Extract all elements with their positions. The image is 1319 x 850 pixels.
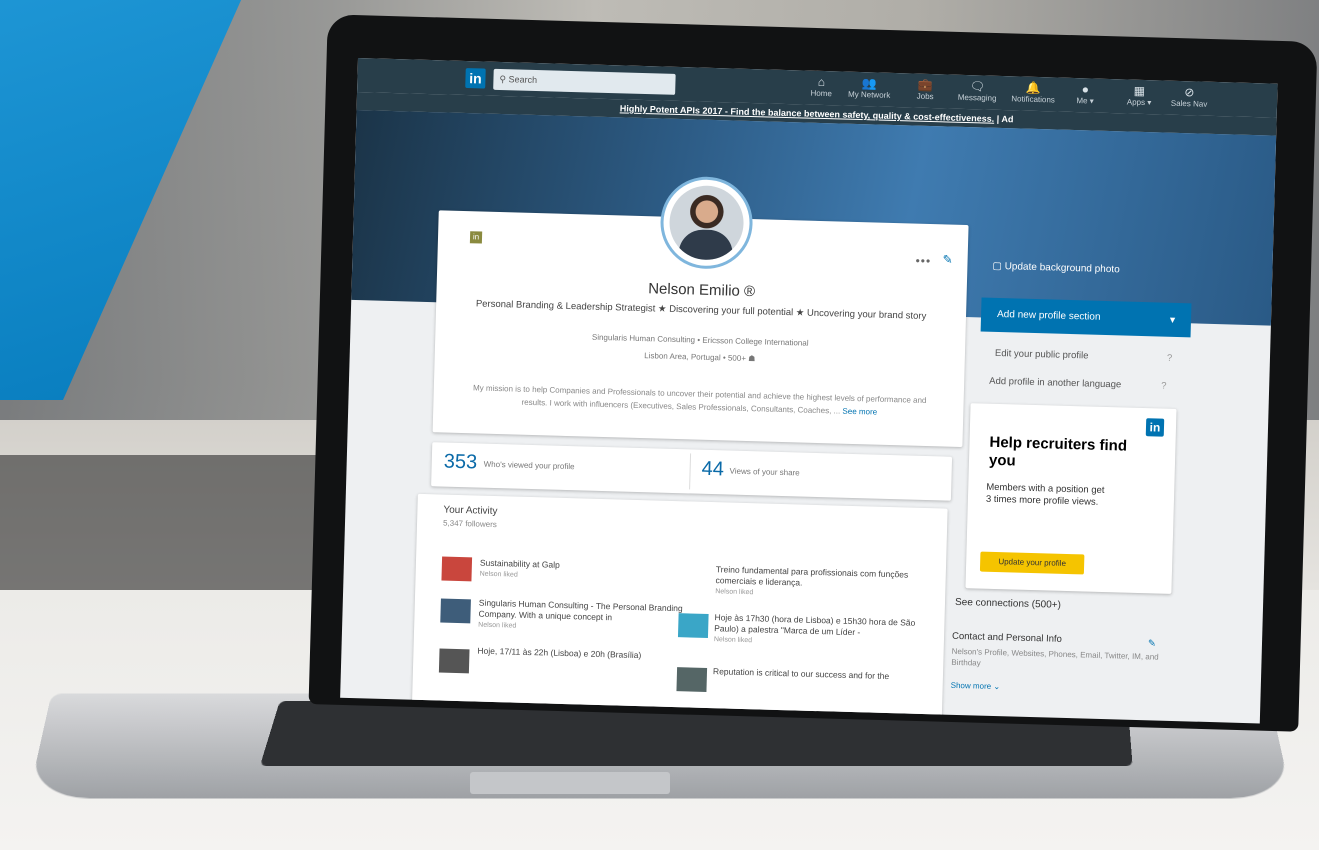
compass-icon: ⊘ [1184, 85, 1195, 100]
activity-item-title: Hoje às 17h30 (hora de Lisboa) e 15h30 h… [714, 612, 916, 638]
nav-my-network[interactable]: 👥 My Network [845, 76, 894, 105]
contact-info-section: Contact and Personal Info ✎ Nelson's Pro… [951, 631, 1162, 674]
share-views-label[interactable]: Views of your share [729, 467, 799, 478]
see-more-link[interactable]: See more [842, 407, 877, 417]
nav-notifications[interactable]: 🔔 Notifications [1005, 80, 1062, 110]
nav-messaging[interactable]: 🗨 Messaging [953, 79, 1002, 108]
linkedin-logo[interactable]: in [465, 68, 486, 89]
stats-divider [689, 453, 692, 490]
add-language-label: Add profile in another language [989, 375, 1122, 391]
nav-label: Jobs [916, 91, 934, 102]
post-thumbnail[interactable] [440, 598, 471, 624]
avatar-icon: ● [1081, 82, 1090, 97]
edit-public-profile-link[interactable]: Edit your public profile? [994, 347, 1173, 364]
help-icon[interactable]: ? [1161, 381, 1167, 392]
linkedin-profile-screen: in ⚲ Search ⌂ Home 👥 My Network 💼 Jobs 🗨 Mes… [340, 58, 1278, 724]
avatar-suit [678, 229, 734, 261]
chevron-down-icon: ▼ [1167, 314, 1178, 325]
activity-item[interactable]: Treino fundamental para profissionais co… [715, 564, 936, 603]
add-section-label: Add new profile section [996, 308, 1101, 323]
activity-item-meta: Nelson liked [715, 588, 754, 597]
messaging-icon: 🗨 [969, 79, 986, 94]
edit-pencil-icon[interactable]: ✎ [1148, 638, 1156, 649]
activity-item[interactable]: Hoje às 17h30 (hora de Lisboa) e 15h30 h… [714, 612, 935, 651]
network-icon: 👥 [861, 76, 878, 91]
activity-item[interactable]: Hoje, 17/11 às 22h (Lisboa) e 20h (Brasí… [477, 646, 697, 663]
show-more-link[interactable]: Show more ⌄ [951, 681, 1001, 691]
activity-item-title: Singularis Human Consulting - The Person… [478, 597, 683, 623]
activity-item-title: Hoje, 17/11 às 22h (Lisboa) e 20h (Brasí… [477, 645, 642, 661]
edit-pencil-icon[interactable]: ✎ [942, 252, 952, 266]
nav-home[interactable]: ⌂ Home [797, 74, 846, 103]
activity-item-meta: Nelson liked [713, 636, 753, 645]
laptop: in ⚲ Search ⌂ Home 👥 My Network 💼 Jobs 🗨 Mes… [0, 0, 1319, 850]
nav-label: Home [810, 88, 832, 99]
nav-apps[interactable]: ▦ Apps ▾ [1119, 83, 1160, 112]
nav-label: Notifications [1011, 94, 1056, 105]
contact-info-title: Contact and Personal Info [951, 630, 1063, 645]
ad-label: | Ad [994, 113, 1014, 125]
nav-me[interactable]: ● Me ▾ [1065, 82, 1106, 111]
stats-card: 353 Who's viewed your profile 44 Views o… [431, 442, 953, 501]
activity-item-title: Reputation is critical to our success an… [712, 666, 890, 682]
search-placeholder: Search [508, 74, 538, 86]
profile-views-label[interactable]: Who's viewed your profile [484, 460, 575, 472]
nav-label: Messaging [957, 92, 997, 103]
activity-item-meta: Nelson liked [479, 570, 518, 579]
nav-label: Apps ▾ [1126, 97, 1152, 108]
see-connections-link[interactable]: See connections (500+) [955, 597, 1061, 611]
grid-icon: ▦ [1133, 83, 1146, 98]
profile-summary: My mission is to help Companies and Prof… [459, 381, 940, 420]
more-options-icon[interactable]: ••• [915, 254, 931, 268]
add-profile-section-button[interactable]: Add new profile section ▼ [980, 297, 1192, 338]
add-language-profile-link[interactable]: Add profile in another language? [989, 375, 1167, 392]
activity-item[interactable]: Sustainability at Galp Nelson liked [479, 558, 700, 586]
search-input[interactable]: ⚲ Search [493, 68, 676, 95]
post-thumbnail[interactable] [438, 648, 470, 674]
update-profile-button[interactable]: Update your profile [979, 551, 1085, 575]
recruiter-ad-title: Help recruiters find you [988, 433, 1128, 470]
home-icon: ⌂ [817, 74, 826, 90]
help-icon[interactable]: ? [1167, 353, 1173, 364]
photo-scene: in ⚲ Search ⌂ Home 👥 My Network 💼 Jobs 🗨 Mes… [0, 0, 1319, 850]
bell-icon: 🔔 [1025, 80, 1042, 96]
edit-public-label: Edit your public profile [994, 347, 1089, 362]
post-thumbnail[interactable] [676, 667, 708, 692]
nav-label: Sales Nav [1170, 98, 1208, 109]
linkedin-badge-icon: in [469, 231, 483, 244]
recruiter-ad-card: in Help recruiters find you Members with… [965, 403, 1177, 594]
profile-views-count[interactable]: 353 [443, 451, 477, 475]
trackpad [470, 772, 670, 794]
share-views-count[interactable]: 44 [701, 458, 724, 482]
nav-jobs[interactable]: 💼 Jobs [901, 77, 950, 106]
activity-item-title: Treino fundamental para profissionais co… [715, 564, 909, 588]
activity-title: Your Activity [443, 504, 498, 518]
activity-item-meta: Nelson liked [478, 621, 517, 630]
contact-info-text: Nelson's Profile, Websites, Phones, Emai… [951, 646, 1159, 668]
post-thumbnail[interactable] [441, 556, 473, 582]
post-thumbnail[interactable] [677, 613, 709, 638]
activity-item[interactable]: Reputation is critical to our success an… [713, 666, 933, 683]
linkedin-logo-icon: in [1145, 418, 1165, 437]
activity-followers[interactable]: 5,347 followers [443, 519, 497, 529]
nav-label: Me ▾ [1076, 96, 1094, 106]
nav-sales-nav[interactable]: ⊘ Sales Nav [1165, 85, 1214, 114]
recruiter-ad-text: Members with a position get 3 times more… [985, 481, 1105, 508]
nav-label: My Network [847, 89, 891, 100]
activity-item[interactable]: Singularis Human Consulting - The Person… [478, 598, 699, 637]
avatar-photo [668, 184, 745, 261]
activity-card: Your Activity 5,347 followers Sustainabi… [411, 493, 948, 724]
briefcase-icon: 💼 [917, 77, 934, 93]
